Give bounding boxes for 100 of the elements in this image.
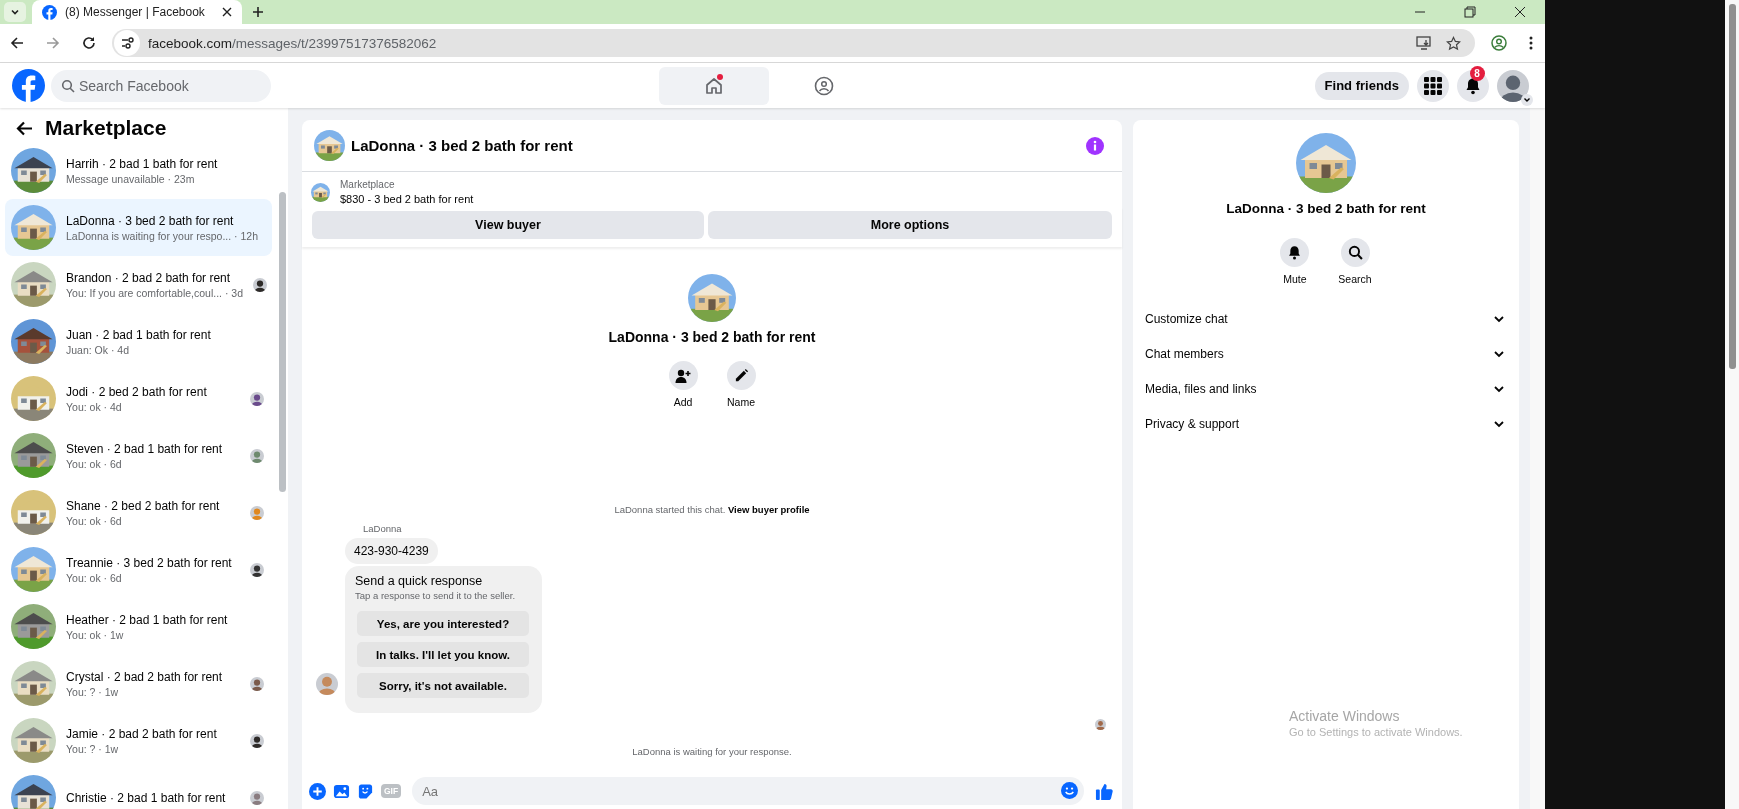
chevron-down-icon xyxy=(1523,95,1531,104)
message-preview: You: If you are comfortable,coul... · 3d xyxy=(66,286,244,299)
message-preview: You: ok · 4d xyxy=(66,400,122,413)
conversation-item[interactable]: Harrih · 2 bad 1 bath for rent Message unavailable · 23m xyxy=(5,142,272,199)
conversation-item[interactable]: Juan · 2 bad 1 bath for rent Juan: Ok · 4d xyxy=(5,313,272,370)
thumbs-up-icon[interactable] xyxy=(1095,781,1114,801)
conversation-item[interactable]: Treannie · 3 bed 2 bath for rent You: ok · 6d xyxy=(5,541,272,598)
conversation-item[interactable]: LaDonna · 3 bed 2 bath for rent LaDonna is waiting for your respo... · 12h xyxy=(5,199,272,256)
quick-reply-button[interactable]: Yes, are you interested? xyxy=(357,611,529,636)
sidebar-title: Marketplace xyxy=(45,116,167,140)
conversation-item[interactable]: Christie · 2 bad 1 bath for rent xyxy=(5,769,272,809)
scrollbar[interactable] xyxy=(1530,108,1545,809)
message-bubble: 423-930-4239 xyxy=(345,538,438,564)
conversation-title: Jamie · 2 bad 2 bath for rent xyxy=(66,726,217,741)
plus-icon[interactable] xyxy=(309,782,326,800)
conversation-title: Crystal · 2 bad 2 bath for rent xyxy=(66,669,223,684)
conversation-item[interactable]: Crystal · 2 bad 2 bath for rent You: ? · 1w xyxy=(5,655,272,712)
notifications-button[interactable] xyxy=(1457,69,1489,102)
message-preview: You: ok · 6d xyxy=(66,571,122,584)
browser-tab[interactable]: (8) Messenger | Facebook xyxy=(32,0,242,24)
find-friends-button[interactable]: Find friends xyxy=(1314,71,1409,100)
message-preview: Juan: Ok · 4d xyxy=(66,343,130,356)
message-preview: You: ? · 1w xyxy=(66,685,119,698)
nav-tab[interactable] xyxy=(659,66,769,105)
forward-icon[interactable] xyxy=(46,36,60,50)
conversation-title: Heather · 2 bad 1 bath for rent xyxy=(66,612,228,627)
conversation-item[interactable]: Steven · 2 bad 1 bath for rent You: ok · 6d xyxy=(5,427,272,484)
tab-search-button[interactable] xyxy=(4,2,26,22)
mute-button[interactable] xyxy=(1280,238,1310,267)
listing-title: $830 - 3 bed 2 bath for rent xyxy=(340,193,474,205)
listing-button[interactable]: View buyer xyxy=(312,211,704,239)
message-preview: Message unavailable · 23m xyxy=(66,172,195,185)
new-tab-icon[interactable] xyxy=(252,6,264,18)
grid-icon xyxy=(1424,76,1442,95)
sticker-icon[interactable] xyxy=(357,782,374,800)
profile-icon[interactable] xyxy=(1491,35,1507,51)
view-buyer-profile-link[interactable]: View buyer profile xyxy=(727,504,810,515)
conversation-title: LaDonna · 3 bed 2 bath for rent xyxy=(66,213,234,228)
message-preview: You: ? · 1w xyxy=(66,742,119,755)
section-header[interactable]: Media, files and links xyxy=(1133,371,1519,406)
edit-name-button[interactable] xyxy=(726,361,756,390)
message-preview: LaDonna is waiting for your respo... · 12h xyxy=(66,229,259,242)
info-icon[interactable] xyxy=(1086,136,1104,155)
conversation-item[interactable]: Brandon · 2 bad 2 bath for rent You: If you are comfortable,coul... · 3d xyxy=(5,256,272,313)
logo-icon xyxy=(42,4,57,20)
section-header[interactable]: Chat members xyxy=(1133,336,1519,371)
status-text: LaDonna is waiting for your response. xyxy=(631,746,793,757)
back-icon[interactable] xyxy=(10,36,24,50)
listing-button[interactable]: More options xyxy=(708,211,1112,239)
conversation-item[interactable]: Heather · 2 bad 1 bath for rent You: ok · 1w xyxy=(5,598,272,655)
close-icon[interactable] xyxy=(222,7,232,17)
add-person-icon xyxy=(675,367,691,384)
close-icon[interactable] xyxy=(1514,6,1526,18)
conversation-item[interactable]: Jodi · 2 bed 2 bath for rent You: ok · 4d xyxy=(5,370,272,427)
card-subtitle: Tap a response to send it to the seller. xyxy=(355,590,516,601)
restore-icon[interactable] xyxy=(1464,6,1476,18)
image-icon[interactable] xyxy=(333,782,350,800)
action-label: Name xyxy=(727,396,755,408)
section-header[interactable]: Customize chat xyxy=(1133,301,1519,336)
site-settings-icon[interactable] xyxy=(114,30,140,56)
more-icon[interactable] xyxy=(1529,36,1533,50)
scrollbar-thumb[interactable] xyxy=(1729,4,1736,369)
section-header[interactable]: Privacy & support xyxy=(1133,406,1519,441)
address-bar[interactable]: facebook.com/messages/t/23997517376582062 xyxy=(112,29,1475,57)
message-preview: You: ok · 1w xyxy=(66,628,124,641)
action-label: Mute xyxy=(1283,273,1307,285)
conversation-title: Jodi · 2 bed 2 bath for rent xyxy=(66,384,207,399)
quick-reply-button[interactable]: Sorry, it's not available. xyxy=(357,673,529,698)
conversation-item[interactable]: Shane · 2 bed 2 bath for rent You: ok · 6d xyxy=(5,484,272,541)
search-button[interactable] xyxy=(1340,238,1370,267)
conversation-item[interactable]: Jamie · 2 bad 2 bath for rent You: ? · 1w xyxy=(5,712,272,769)
bell-icon xyxy=(1464,76,1482,95)
logo-icon[interactable] xyxy=(12,69,45,102)
back-icon[interactable] xyxy=(16,120,33,136)
emoji-icon[interactable] xyxy=(1061,782,1078,799)
install-app-icon[interactable] xyxy=(1416,36,1432,50)
quick-reply-button[interactable]: In talks. I'll let you know. xyxy=(357,642,529,667)
conversation-title: Steven · 2 bad 1 bath for rent xyxy=(66,441,223,456)
pencil-icon xyxy=(733,368,749,383)
conversation-title: Christie · 2 bad 1 bath for rent xyxy=(66,790,226,805)
profile-name: LaDonna · 3 bed 2 bath for rent xyxy=(1226,201,1426,216)
system-note: LaDonna started this chat. View buyer profile xyxy=(613,504,811,515)
chat-title: LaDonna · 3 bed 2 bath for rent xyxy=(351,137,573,154)
profile-name: LaDonna · 3 bed 2 bath for rent xyxy=(608,329,816,345)
reload-icon[interactable] xyxy=(82,36,96,50)
menu-button[interactable] xyxy=(1417,69,1449,102)
scrollbar-thumb[interactable] xyxy=(279,192,286,492)
card-title: Send a quick response xyxy=(355,574,484,588)
people-circle-icon xyxy=(814,75,834,96)
search-field[interactable]: Search Facebook xyxy=(51,69,271,102)
bell-icon xyxy=(1287,245,1303,260)
search-icon xyxy=(1347,245,1363,260)
search-icon xyxy=(61,78,75,93)
add-person-button[interactable] xyxy=(668,361,698,390)
message-field[interactable]: Aa xyxy=(412,777,1084,805)
listing-label: Marketplace xyxy=(340,179,396,190)
message-preview: You: ok · 6d xyxy=(66,457,122,470)
star-icon[interactable] xyxy=(1446,35,1461,51)
home-icon xyxy=(704,75,724,96)
conversation-title: Harrih · 2 bad 1 bath for rent xyxy=(66,156,218,171)
